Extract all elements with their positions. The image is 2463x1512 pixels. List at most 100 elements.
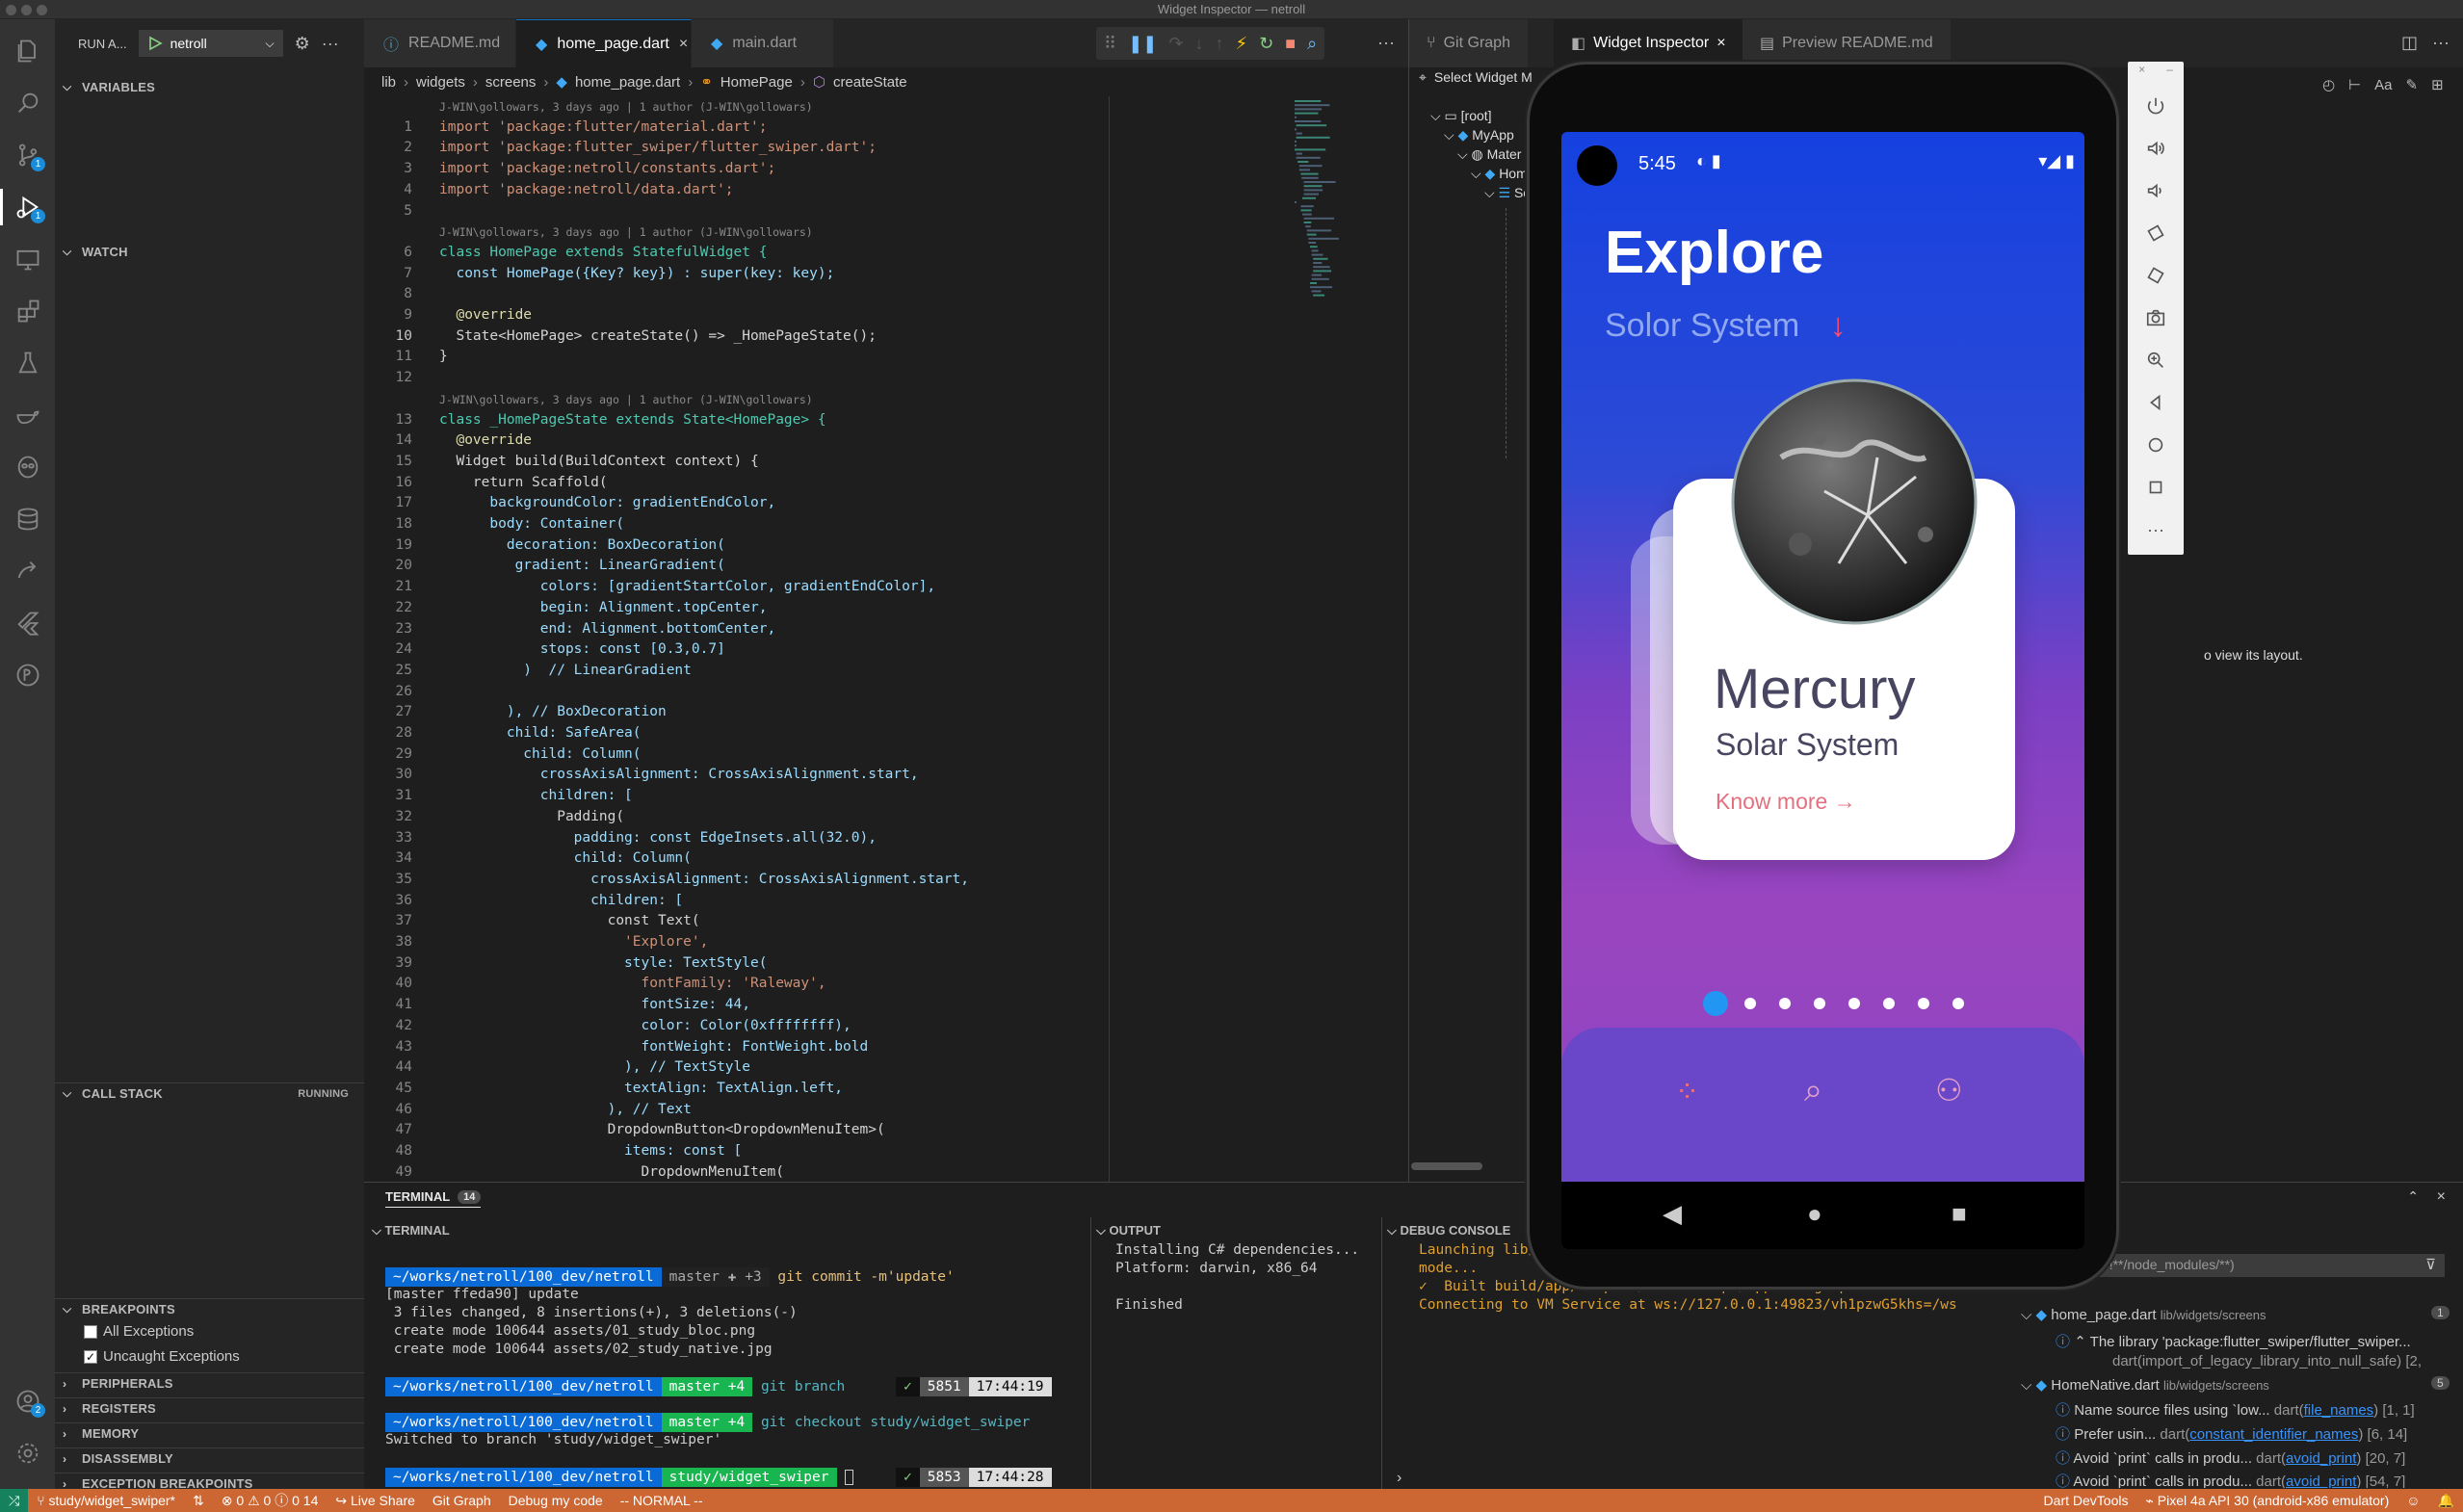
remote-indicator[interactable]: ⤮ bbox=[0, 1489, 29, 1512]
system-dropdown[interactable]: Solor System ↓ bbox=[1605, 307, 1847, 345]
rule-link[interactable]: avoid_print bbox=[2286, 1473, 2356, 1488]
overview-icon[interactable]: ■ bbox=[1952, 1199, 1967, 1229]
drag-handle-icon[interactable]: ⠿ bbox=[1104, 34, 1116, 54]
page-dot[interactable] bbox=[1918, 998, 1929, 1009]
problems-indicator[interactable]: ⊗ 0 ⚠ 0 ⓘ 0 14 bbox=[213, 1491, 328, 1510]
home-button[interactable] bbox=[2128, 424, 2184, 466]
select-widget-mode-button[interactable]: ⌖ Select Widget M bbox=[1419, 69, 1533, 86]
uncaught-exceptions-checkbox[interactable]: ✓ Uncaught Exceptions bbox=[84, 1348, 240, 1365]
rule-link[interactable]: avoid_print bbox=[2286, 1450, 2356, 1467]
timer-icon[interactable]: ◴ bbox=[2322, 76, 2335, 93]
close-icon[interactable]: × bbox=[2138, 63, 2145, 76]
filter-icon[interactable]: ⊽ bbox=[2425, 1256, 2436, 1273]
back-button[interactable] bbox=[2128, 381, 2184, 424]
code-editor[interactable]: J-WIN\gollowars, 3 days ago | 1 author (… bbox=[364, 96, 1289, 1182]
tab-terminal[interactable]: TERMINAL 14 bbox=[385, 1189, 482, 1208]
explorer-button[interactable] bbox=[0, 27, 55, 75]
git-graph-status[interactable]: Git Graph bbox=[424, 1493, 500, 1508]
peripherals-section[interactable]: › PERIPHERALS bbox=[55, 1372, 364, 1394]
tab-preview-readme[interactable]: ▤ Preview README.md bbox=[1742, 19, 1951, 67]
overview-button[interactable] bbox=[2128, 466, 2184, 508]
back-icon[interactable]: ◀ bbox=[1663, 1199, 1682, 1229]
breadcrumb-item[interactable]: lib bbox=[381, 74, 396, 91]
chevron-up-icon[interactable]: ⌃ bbox=[2407, 1188, 2419, 1205]
memory-section[interactable]: › MEMORY bbox=[55, 1422, 364, 1444]
problem-item[interactable]: ⓘ Prefer usin... dart(constant_identifie… bbox=[2056, 1423, 2407, 1444]
debug-my-code-status[interactable]: Debug my code bbox=[500, 1493, 612, 1508]
screenshot-button[interactable] bbox=[2128, 297, 2184, 339]
tab-git-graph[interactable]: ⑂ Git Graph bbox=[1409, 19, 1528, 67]
breadcrumb-item[interactable]: screens bbox=[485, 74, 537, 91]
problems-file[interactable]: ⌵ ◆ home_page.dart lib/widgets/screens bbox=[2021, 1306, 2266, 1323]
widget-tree-item[interactable]: ⌵ ◍ Mater bbox=[1457, 146, 1521, 163]
page-dot[interactable] bbox=[1703, 991, 1728, 1016]
page-dot[interactable] bbox=[1883, 998, 1895, 1009]
step-over-icon[interactable]: ↷ bbox=[1168, 34, 1183, 54]
restart-icon[interactable]: ↻ bbox=[1259, 34, 1273, 54]
breadcrumb-item[interactable]: widgets bbox=[416, 74, 465, 91]
minimize-window-icon[interactable] bbox=[21, 5, 32, 15]
device-screen[interactable]: 5:45 ◐ ▮ ▾◢ ▮ Explore Solor System ↓ Mer… bbox=[1561, 132, 2084, 1249]
remote-explorer-button[interactable] bbox=[0, 235, 55, 283]
profile-icon[interactable]: ⚇ bbox=[1935, 1072, 1963, 1108]
search-button[interactable] bbox=[0, 79, 55, 127]
live-share-status[interactable]: ↪ Live Share bbox=[327, 1493, 424, 1509]
home-icon[interactable]: ● bbox=[1807, 1199, 1822, 1229]
testing-button[interactable] bbox=[0, 339, 55, 387]
minimize-icon[interactable]: – bbox=[2166, 63, 2173, 76]
more-actions-icon[interactable]: ··· bbox=[2432, 33, 2450, 53]
close-icon[interactable]: × bbox=[679, 36, 688, 53]
timeline-button[interactable] bbox=[0, 651, 55, 699]
widget-tree-root[interactable]: ⌵ ▭ [root] bbox=[1430, 108, 1492, 124]
volume-down-button[interactable] bbox=[2128, 169, 2184, 212]
step-out-icon[interactable]: ↑ bbox=[1215, 34, 1223, 54]
problem-item[interactable]: ⓘ ⌃ The library 'package:flutter_swiper/… bbox=[2056, 1331, 2411, 1351]
watch-section[interactable]: ⌵ WATCH bbox=[55, 241, 364, 262]
devtools-status[interactable]: Dart DevTools bbox=[2035, 1493, 2137, 1508]
more-icon[interactable]: ··· bbox=[2128, 508, 2184, 551]
widget-tree-item[interactable]: ⌵ ◆ MyApp bbox=[1444, 127, 1514, 143]
search-icon[interactable]: ⌕ bbox=[1804, 1072, 1822, 1109]
git-blame-annotation[interactable]: J-WIN\gollowars, 3 days ago | 1 author (… bbox=[439, 393, 813, 406]
widget-tree-item[interactable]: ⌵ ☰ Sc bbox=[1484, 185, 1530, 201]
grid-menu-icon[interactable]: ⁘ bbox=[1675, 1076, 1699, 1109]
paint-icon[interactable]: ✎ bbox=[2406, 76, 2419, 93]
call-stack-section[interactable]: ⌵ CALL STACK RUNNING bbox=[55, 1082, 364, 1104]
rotate-left-button[interactable] bbox=[2128, 212, 2184, 254]
problem-item[interactable]: ⓘ Avoid `print` calls in produ... dart(a… bbox=[2056, 1447, 2405, 1468]
alien-button[interactable] bbox=[0, 443, 55, 491]
zoom-button[interactable] bbox=[2128, 339, 2184, 381]
page-dot[interactable] bbox=[1952, 998, 1964, 1009]
live-share-button[interactable] bbox=[0, 547, 55, 595]
extensions-button[interactable] bbox=[0, 287, 55, 335]
hot-reload-icon[interactable]: ⚡ bbox=[1235, 34, 1247, 54]
problem-item[interactable]: ⓘ Avoid `print` calls in produ... dart(a… bbox=[2056, 1471, 2405, 1488]
docker-button[interactable] bbox=[0, 391, 55, 439]
run-debug-button[interactable]: 1 bbox=[0, 183, 55, 231]
manage-button[interactable] bbox=[0, 1429, 55, 1477]
tab-widget-inspector[interactable]: ◧ Widget Inspector × bbox=[1554, 19, 1743, 67]
power-button[interactable] bbox=[2128, 85, 2184, 127]
inspect-widget-icon[interactable]: ⌕ bbox=[1307, 34, 1317, 54]
accounts-button[interactable]: 2 bbox=[0, 1377, 55, 1425]
guidelines-icon[interactable]: ⊢ bbox=[2348, 76, 2361, 93]
terminal-prompt[interactable]: ~/works/netroll/100_dev/netroll study/wid… bbox=[385, 1468, 854, 1487]
registers-section[interactable]: › REGISTERS bbox=[55, 1397, 364, 1419]
git-blame-annotation[interactable]: J-WIN\gollowars, 3 days ago | 1 author (… bbox=[439, 100, 813, 114]
debug-console-section-title[interactable]: ⌵ DEBUG CONSOLE bbox=[1387, 1223, 1510, 1238]
text-icon[interactable]: Aa bbox=[2374, 77, 2392, 93]
disassembly-section[interactable]: › DISASSEMBLY bbox=[55, 1447, 364, 1469]
volume-up-button[interactable] bbox=[2128, 127, 2184, 169]
stop-icon[interactable]: ■ bbox=[1285, 34, 1296, 54]
source-control-button[interactable]: 1 bbox=[0, 131, 55, 179]
output-section-title[interactable]: ⌵ OUTPUT bbox=[1096, 1223, 1161, 1238]
tab-main[interactable]: ◆ main.dart bbox=[692, 19, 834, 67]
widget-tree-item[interactable]: ⌵ ◆ Hom bbox=[1471, 166, 1528, 182]
close-window-icon[interactable] bbox=[6, 5, 16, 15]
horizontal-scrollbar[interactable] bbox=[1411, 1162, 1482, 1170]
page-dot[interactable] bbox=[1744, 998, 1756, 1009]
page-dot[interactable] bbox=[1814, 998, 1825, 1009]
breadcrumb-item[interactable]: home_page.dart bbox=[575, 74, 680, 91]
problem-item[interactable]: ⓘ Name source files using `low... dart(f… bbox=[2056, 1399, 2415, 1420]
close-icon[interactable]: × bbox=[2437, 1188, 2446, 1206]
